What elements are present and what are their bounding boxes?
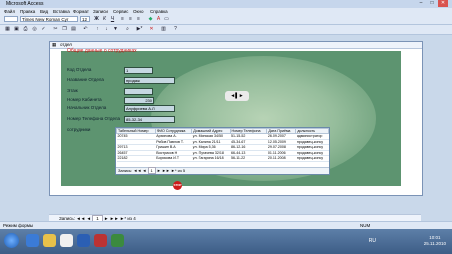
staff-subform: Табельный Номер ФИО Сотрудника Домашний … <box>115 127 330 175</box>
form-design-toolbar: ▦ ▣ ⎙ ◎ ✓ ✂ ❐ ▤ ↶ ↑ ↓ ▼ ⌕ ▶* ✕ ▥ ? <box>0 25 452 35</box>
head-input[interactable]: Ануфриева А.Л <box>124 105 175 112</box>
undo-icon[interactable]: ↶ <box>82 26 89 32</box>
object-select[interactable] <box>4 16 18 22</box>
staff-label: сотрудники <box>67 127 91 132</box>
phone-input[interactable]: 85-32-34 <box>124 116 175 123</box>
menu-edit[interactable]: Правка <box>20 9 35 14</box>
align-center-icon[interactable]: ≡ <box>127 16 134 22</box>
print-icon[interactable]: ⎙ <box>22 26 29 32</box>
menu-window[interactable]: Окно <box>133 9 143 14</box>
fill-color-icon[interactable]: ◆ <box>147 16 154 22</box>
form-icon: ▦ <box>52 42 57 47</box>
bold-button[interactable]: Ж <box>93 16 100 22</box>
status-mode: Режим формы <box>3 223 34 228</box>
ie-icon[interactable] <box>26 234 39 247</box>
menu-insert[interactable]: Вставка <box>53 9 70 14</box>
start-button[interactable] <box>4 233 19 248</box>
subform-last-button[interactable]: ►► <box>162 168 170 173</box>
preview-icon[interactable]: ◎ <box>31 26 38 32</box>
field-label-floor: Этаж <box>67 88 78 93</box>
explorer-icon[interactable] <box>43 234 56 247</box>
cut-icon[interactable]: ✂ <box>52 26 59 32</box>
save-icon[interactable]: ▣ <box>13 26 20 32</box>
italic-button[interactable]: К <box>101 16 108 22</box>
new-record-icon[interactable]: ▶* <box>136 26 143 32</box>
align-right-icon[interactable]: ≡ <box>135 16 142 22</box>
table-row[interactable]: 22182 Борисова И.Т ул. Гагарина 16/18 56… <box>116 155 329 162</box>
maximize-button[interactable]: □ <box>427 0 437 7</box>
font-color-icon[interactable]: A <box>155 16 162 22</box>
app-title: Microsoft Access <box>6 1 44 7</box>
menu-help[interactable]: Справка <box>150 9 168 14</box>
subform-current-record[interactable]: 1 <box>147 167 156 174</box>
form-header: Общие данные о сотрудниках <box>67 48 137 54</box>
language-indicator[interactable]: RU <box>369 238 376 244</box>
cell[interactable]: 22182 <box>116 155 156 162</box>
media-player-icon[interactable] <box>60 234 73 247</box>
stop-button[interactable]: STOP <box>173 181 182 190</box>
subform-total: из 5 <box>177 168 186 173</box>
room-input[interactable]: 230 <box>124 97 154 104</box>
help-icon[interactable]: ? <box>172 26 179 32</box>
cell[interactable]: 20.11.2008 <box>266 155 296 162</box>
subform-new-button[interactable]: ►* <box>171 168 177 173</box>
navigation-image-button[interactable]: ◄▌► <box>225 91 249 101</box>
subform-nav-label: Запись: <box>118 168 133 173</box>
menu-file[interactable]: Файл <box>4 9 15 14</box>
sort-desc-icon[interactable]: ↓ <box>103 26 110 32</box>
spell-icon[interactable]: ✓ <box>40 26 47 32</box>
close-button[interactable]: ✕ <box>438 0 448 7</box>
minimize-button[interactable]: – <box>416 0 426 7</box>
staff-table: Табельный Номер ФИО Сотрудника Домашний … <box>116 128 329 162</box>
status-bar: Режим формы NUM <box>0 221 452 229</box>
border-icon[interactable]: ▭ <box>163 16 170 22</box>
num-indicator: NUM <box>360 223 371 228</box>
word-icon[interactable] <box>77 234 90 247</box>
field-label-head: Начальник Отдела <box>67 105 107 110</box>
copy-icon[interactable]: ❐ <box>61 26 68 32</box>
menu-records[interactable]: Записи <box>93 9 108 14</box>
access-icon[interactable] <box>94 234 107 247</box>
filter-icon[interactable]: ▼ <box>112 26 119 32</box>
align-left-icon[interactable]: ≡ <box>119 16 126 22</box>
formatting-toolbar: Times New Roman Cyr 12 Ж К Ч ≡ ≡ ≡ ◆ A ▭ <box>0 15 452 25</box>
clock[interactable]: 10:01 25.11.2010 <box>424 235 446 247</box>
font-select[interactable]: Times New Roman Cyr <box>20 16 78 22</box>
access-window: Microsoft Access – □ ✕ Файл Правка Вид В… <box>0 0 452 254</box>
subform-next-button[interactable]: ► <box>157 168 161 173</box>
sort-asc-icon[interactable]: ↑ <box>94 26 101 32</box>
find-icon[interactable]: ⌕ <box>124 26 131 32</box>
field-label-room: Номер Кабинета <box>67 97 102 102</box>
form-title: отдел <box>60 42 72 47</box>
view-icon[interactable]: ▦ <box>4 26 11 32</box>
database-window-icon[interactable]: ▥ <box>160 26 167 32</box>
clock-date: 25.11.2010 <box>423 241 446 246</box>
field-label-dept-code: Код Отдела <box>67 67 92 72</box>
field-label-phone: Номер Телефона Отдела <box>67 116 121 121</box>
excel-icon[interactable] <box>111 234 124 247</box>
floor-input[interactable] <box>124 88 153 95</box>
paste-icon[interactable]: ▤ <box>70 26 77 32</box>
menu-view[interactable]: Вид <box>40 9 48 14</box>
taskbar: RU 10:01 25.11.2010 <box>0 229 452 254</box>
underline-button[interactable]: Ч <box>109 16 116 22</box>
subform-first-button[interactable]: ◄◄ <box>133 168 141 173</box>
cell[interactable]: Борисова И.Т <box>155 155 192 162</box>
field-label-dept-name: Название Отдела <box>67 77 104 82</box>
delete-record-icon[interactable]: ✕ <box>148 26 155 32</box>
cell[interactable]: продавец-консу <box>295 155 329 162</box>
dept-code-input[interactable]: 1 <box>124 67 153 74</box>
subform-record-nav: Запись: ◄◄ ◄ 1 ► ►► ►* из 5 <box>116 167 329 174</box>
cell[interactable]: ул. Гагарина 16/18 <box>191 155 230 162</box>
menu-tools[interactable]: Сервис <box>113 9 128 14</box>
subform-prev-button[interactable]: ◄ <box>142 168 146 173</box>
menu-bar: Файл Правка Вид Вставка Формат Записи Се… <box>0 8 452 15</box>
size-select[interactable]: 12 <box>80 16 90 22</box>
menu-format[interactable]: Формат <box>73 9 89 14</box>
cell[interactable]: 56-11-22 <box>230 155 267 162</box>
dept-name-input[interactable]: продаж <box>124 77 175 84</box>
